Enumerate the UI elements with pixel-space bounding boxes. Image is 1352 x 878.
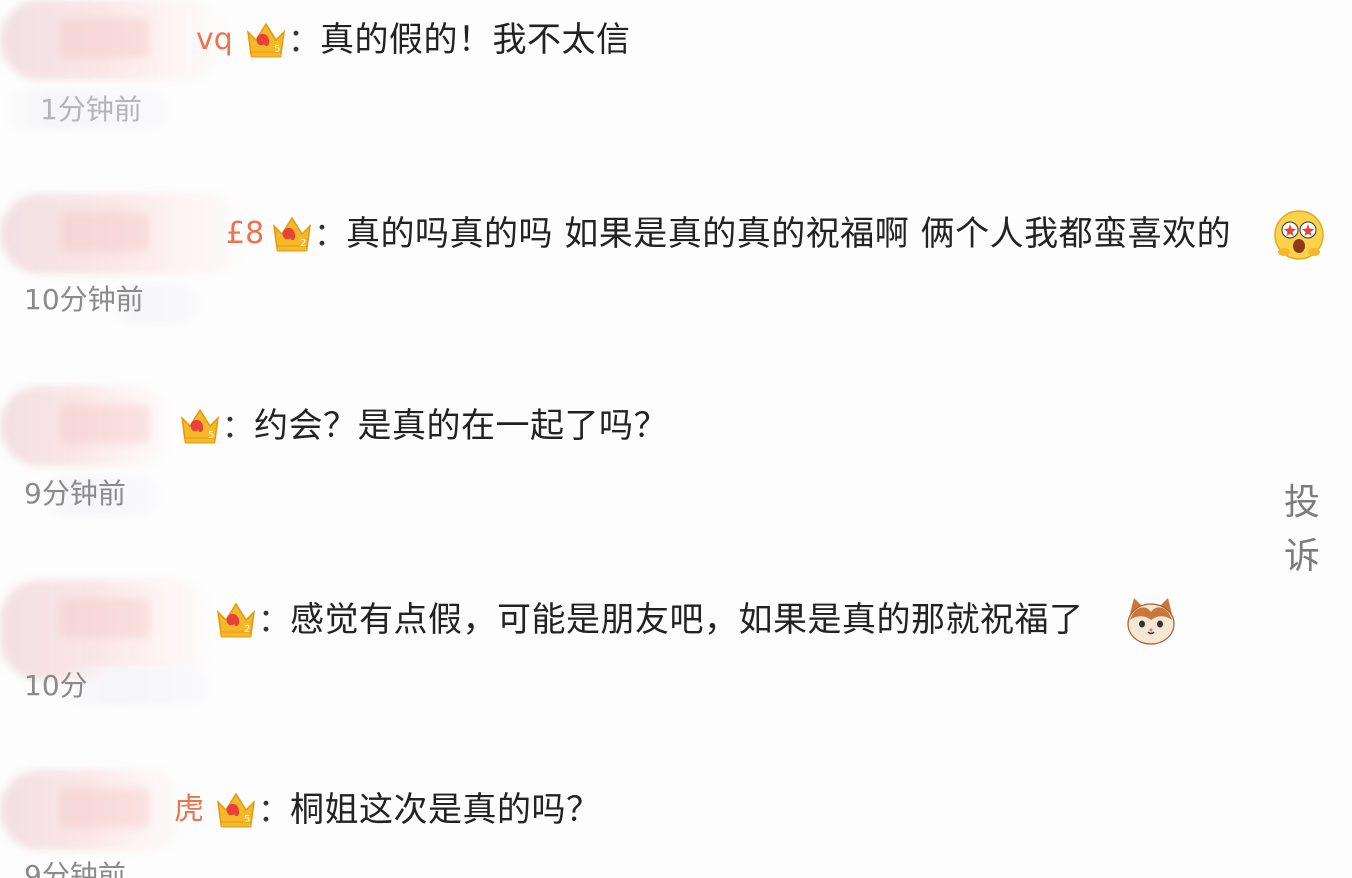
vip-crown-icon: 2	[272, 216, 312, 252]
username[interactable]: 虎	[174, 780, 204, 840]
blurred-username	[0, 770, 190, 850]
comment-text: 感觉有点假，可能是朋友吧，如果是真的那就祝福了	[290, 600, 1084, 640]
blurred-username	[0, 194, 250, 274]
svg-text:5: 5	[244, 814, 250, 825]
vip-crown-icon: 5	[180, 408, 220, 444]
timestamp: 1分钟前	[40, 93, 142, 126]
separator: ：	[258, 601, 291, 639]
svg-text:5: 5	[208, 430, 214, 441]
username[interactable]: £8	[226, 204, 264, 264]
comment-text: 桐姐这次是真的吗？	[290, 790, 601, 830]
timestamp: 9分钟前	[24, 859, 126, 878]
cat-emoji-icon	[1127, 598, 1175, 645]
separator: ：	[258, 791, 291, 829]
timestamp: 9分钟前	[24, 477, 126, 510]
starry-eyes-emoji-icon	[1274, 210, 1324, 260]
timestamp: 10分钟前	[24, 283, 144, 316]
comment-feed: vq 5 ： 真的假的！我不太信 1分钟前 £8 2 ： 真的吗真的吗 如果是真…	[0, 0, 1352, 878]
timestamp: 10分	[24, 669, 88, 702]
vip-crown-icon: 5	[246, 22, 286, 58]
separator: ：	[314, 215, 347, 253]
comment-text: 真的吗真的吗 如果是真的真的祝福啊 俩个人我都蛮喜欢的	[346, 214, 1232, 254]
separator: ：	[222, 407, 255, 445]
blurred-username	[0, 386, 175, 466]
report-link[interactable]: 投诉	[1284, 476, 1352, 577]
blurred-username	[0, 580, 215, 680]
vip-crown-icon: 2	[216, 602, 256, 638]
svg-text:5: 5	[274, 44, 280, 55]
svg-text:2: 2	[300, 238, 306, 249]
separator: ：	[288, 21, 321, 59]
comment-text: 约会？是真的在一起了吗？	[254, 406, 668, 446]
svg-text:2: 2	[244, 624, 250, 635]
username[interactable]: vq	[196, 10, 233, 70]
comment-text: 真的假的！我不太信	[320, 20, 631, 60]
vip-crown-icon: 5	[216, 792, 256, 828]
